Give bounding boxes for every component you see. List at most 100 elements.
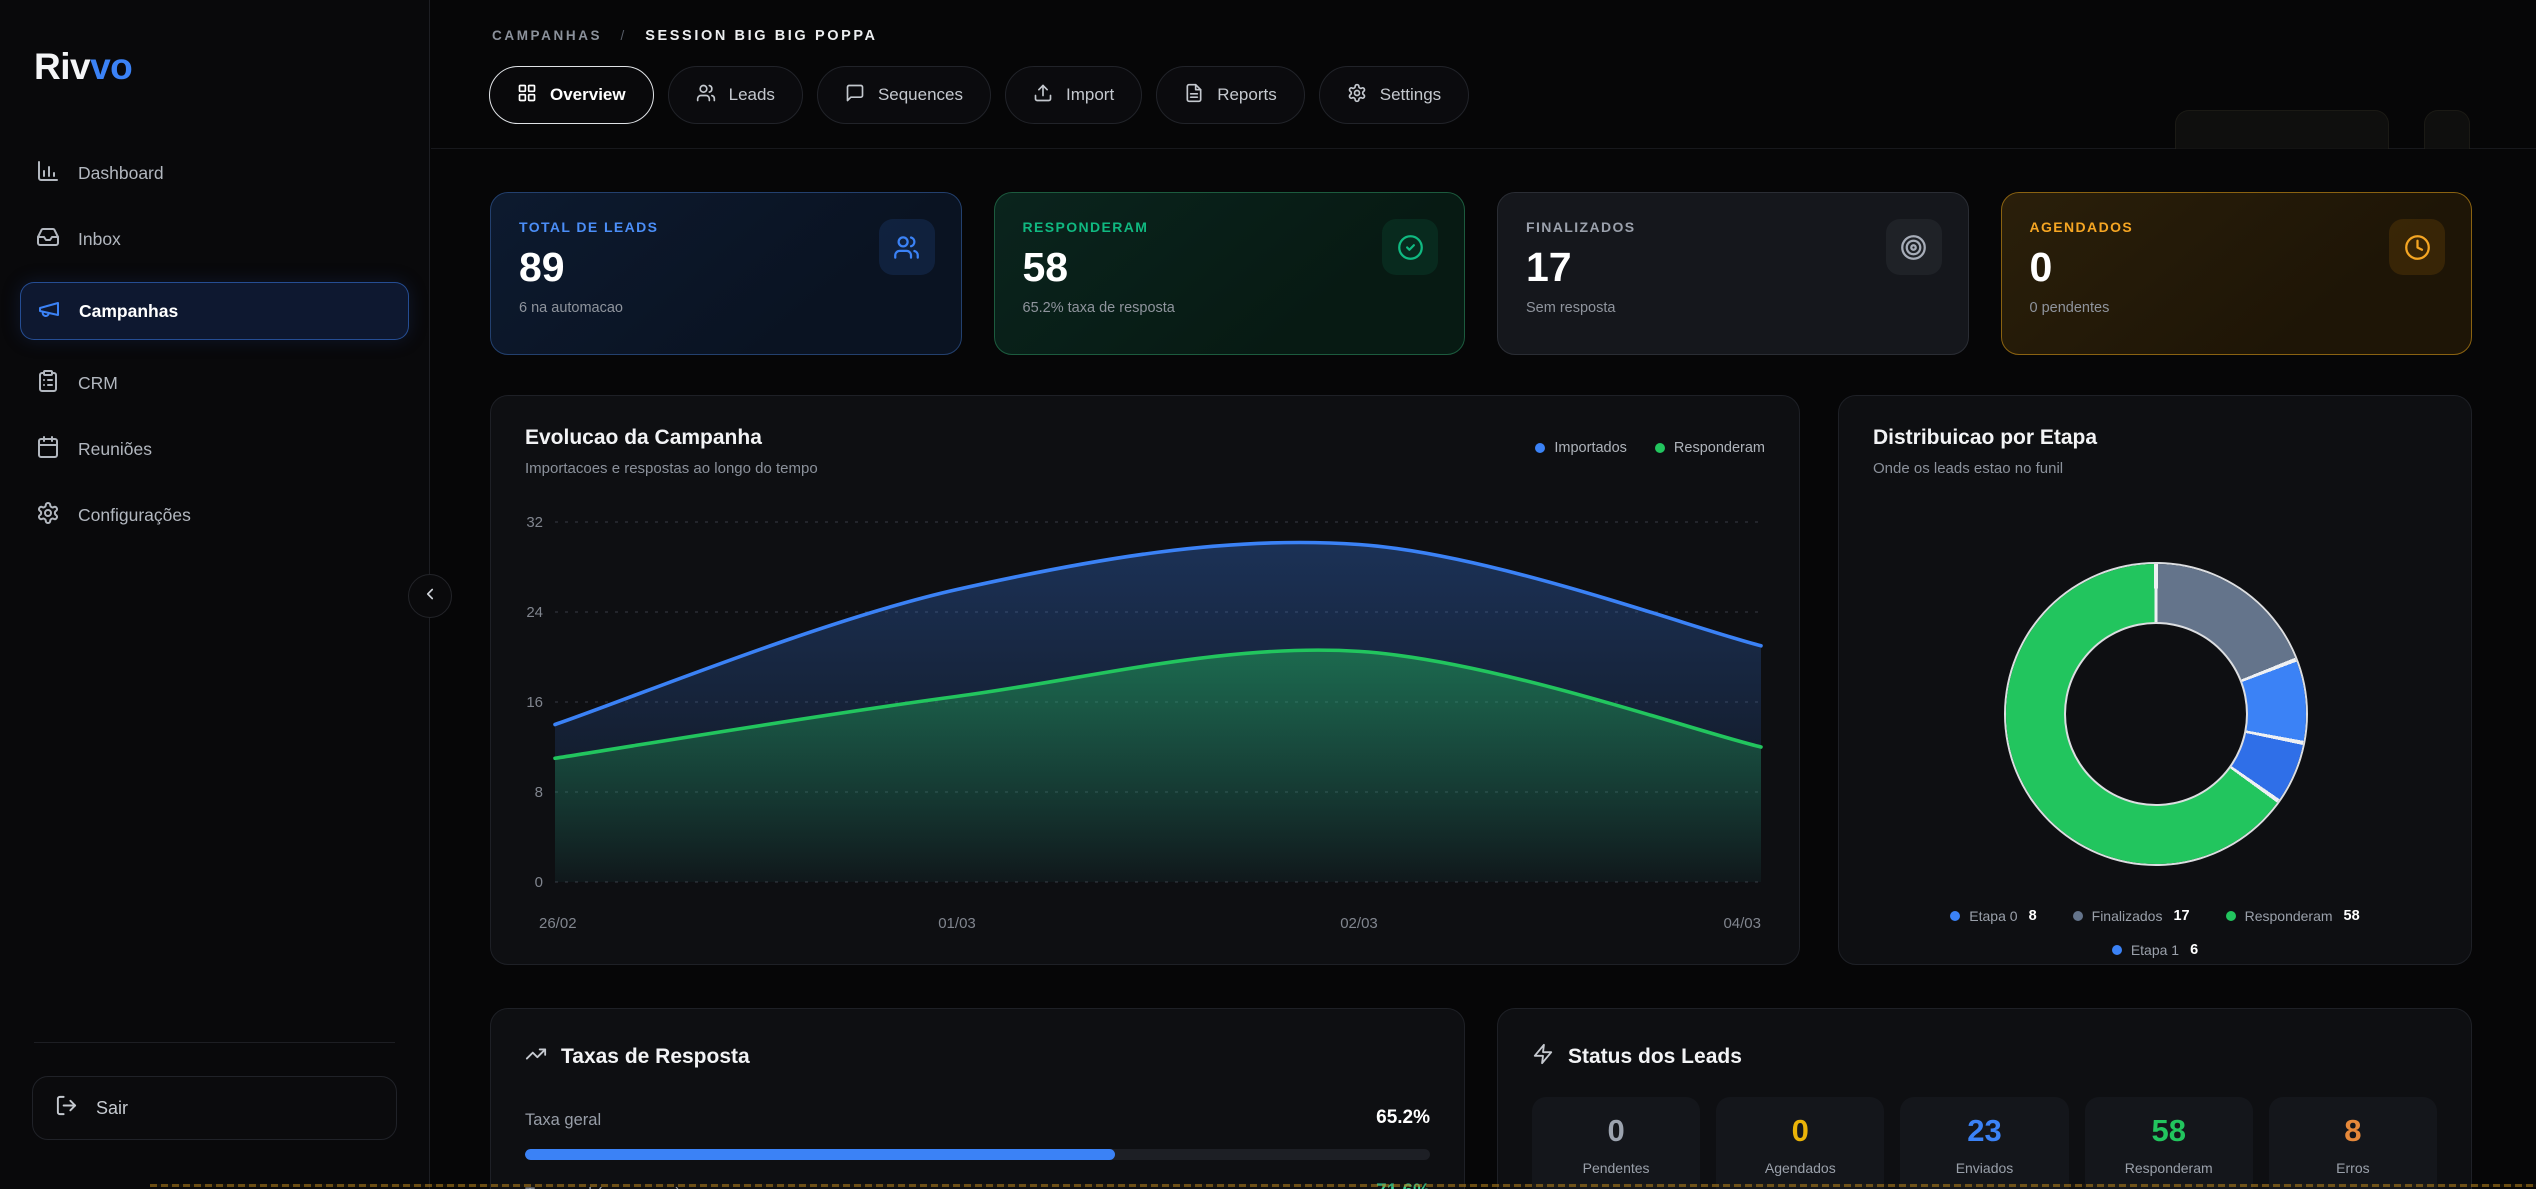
sidebar-item-dashboard[interactable]: Dashboard bbox=[20, 150, 409, 196]
sidebar-item-inbox[interactable]: Inbox bbox=[20, 216, 409, 262]
sidebar-item-campanhas[interactable]: Campanhas bbox=[20, 282, 409, 340]
svg-text:8: 8 bbox=[535, 784, 543, 801]
brand-logo-accent: vo bbox=[90, 46, 132, 87]
logout-button[interactable]: Sair bbox=[32, 1076, 397, 1140]
gear-icon bbox=[1347, 83, 1367, 108]
stat-subtext: 6 na automacao bbox=[519, 300, 933, 316]
file-icon bbox=[1184, 83, 1204, 108]
tab-leads[interactable]: Leads bbox=[668, 66, 803, 124]
grid-icon bbox=[517, 83, 537, 108]
trending-up-icon bbox=[525, 1043, 547, 1071]
rate-label: Taxa geral bbox=[525, 1111, 601, 1130]
gear-icon bbox=[36, 501, 60, 530]
tab-reports[interactable]: Reports bbox=[1156, 66, 1305, 124]
evolution-chart-card: Evolucao da Campanha Importacoes e respo… bbox=[490, 395, 1800, 965]
legend-value: 8 bbox=[2029, 908, 2037, 924]
svg-text:02/03: 02/03 bbox=[1340, 915, 1378, 932]
sidebar-divider bbox=[34, 1042, 395, 1043]
clipboard-list-icon bbox=[36, 369, 60, 398]
target-icon bbox=[1886, 219, 1942, 275]
legend-dot bbox=[2226, 911, 2236, 921]
legend-label: Finalizados bbox=[2092, 908, 2163, 924]
status-label: Pendentes bbox=[1532, 1160, 1700, 1176]
status-tile-enviados: 23 Enviados bbox=[1900, 1097, 2068, 1189]
sidebar-item-label: CRM bbox=[78, 373, 118, 394]
stat-value: 89 bbox=[519, 244, 933, 291]
breadcrumb-current: SESSION BIG BIG POPPA bbox=[645, 28, 877, 44]
tab-label: Settings bbox=[1380, 85, 1441, 105]
tab-import[interactable]: Import bbox=[1005, 66, 1142, 124]
message-icon bbox=[845, 83, 865, 108]
stat-card-agendados: AGENDADOS 0 0 pendentes bbox=[2001, 192, 2473, 355]
sidebar: Rivvo Dashboard Inbox Campanhas CRM Reun… bbox=[0, 0, 430, 1189]
brand-logo: Rivvo bbox=[34, 46, 132, 88]
breadcrumb: CAMPANHAS / SESSION BIG BIG POPPA bbox=[492, 28, 878, 44]
status-value: 0 bbox=[1716, 1113, 1884, 1149]
legend-item-responderam: Responderam bbox=[1655, 440, 1765, 456]
stat-subtext: 65.2% taxa de resposta bbox=[1023, 300, 1437, 316]
sidebar-collapse-button[interactable] bbox=[408, 574, 452, 618]
calendar-icon bbox=[36, 435, 60, 464]
svg-text:26/02: 26/02 bbox=[539, 915, 577, 932]
legend-label: Etapa 1 bbox=[2131, 942, 2179, 958]
tab-settings[interactable]: Settings bbox=[1319, 66, 1469, 124]
status-tile-pendentes: 0 Pendentes bbox=[1532, 1097, 1700, 1189]
status-label: Erros bbox=[2269, 1160, 2437, 1176]
sidebar-item-reunioes[interactable]: Reuniões bbox=[20, 426, 409, 472]
sidebar-item-label: Campanhas bbox=[79, 301, 178, 322]
tab-overview[interactable]: Overview bbox=[489, 66, 654, 124]
legend-item-importados: Importados bbox=[1535, 440, 1627, 456]
sidebar-item-crm[interactable]: CRM bbox=[20, 360, 409, 406]
legend-value: 58 bbox=[2344, 908, 2360, 924]
legend-item-responderam: Responderam 58 bbox=[2226, 908, 2360, 924]
sidebar-item-label: Configurações bbox=[78, 505, 191, 526]
breadcrumb-parent[interactable]: CAMPANHAS bbox=[492, 28, 602, 43]
stat-cards-row: TOTAL DE LEADS 89 6 na automacao RESPOND… bbox=[490, 192, 2472, 355]
tab-label: Reports bbox=[1217, 85, 1277, 105]
sidebar-item-label: Inbox bbox=[78, 229, 121, 250]
card-title: Status dos Leads bbox=[1568, 1045, 1742, 1069]
chart-legend: Importados Responderam bbox=[1535, 440, 1765, 456]
tab-label: Overview bbox=[550, 85, 626, 105]
chart-title: Evolucao da Campanha bbox=[525, 426, 762, 450]
tab-label: Import bbox=[1066, 85, 1114, 105]
legend-dot bbox=[1655, 443, 1665, 453]
card-title-row: Status dos Leads bbox=[1532, 1043, 1742, 1071]
status-value: 23 bbox=[1900, 1113, 2068, 1149]
brand-logo-primary: Riv bbox=[34, 46, 90, 87]
svg-text:0: 0 bbox=[535, 874, 543, 891]
svg-text:16: 16 bbox=[526, 694, 543, 711]
legend-dot bbox=[2112, 945, 2122, 955]
chart-title: Distribuicao por Etapa bbox=[1873, 426, 2097, 450]
status-tile-responderam: 58 Responderam bbox=[2085, 1097, 2253, 1189]
distribution-card: Distribuicao por Etapa Onde os leads est… bbox=[1838, 395, 2472, 965]
donut-legend-row: Etapa 0 8 Finalizados 17 Responderam 58 bbox=[1839, 908, 2471, 924]
tab-sequences[interactable]: Sequences bbox=[817, 66, 991, 124]
legend-label: Responderam bbox=[2245, 908, 2333, 924]
legend-dot bbox=[2073, 911, 2083, 921]
stat-label: AGENDADOS bbox=[2030, 219, 2444, 235]
card-title: Taxas de Resposta bbox=[561, 1045, 750, 1069]
chart-subtitle: Onde os leads estao no funil bbox=[1873, 460, 2063, 477]
chevron-left-icon bbox=[421, 585, 439, 608]
sidebar-item-configuracoes[interactable]: Configurações bbox=[20, 492, 409, 538]
card-title-row: Taxas de Resposta bbox=[525, 1043, 750, 1071]
status-tile-erros: 8 Erros bbox=[2269, 1097, 2437, 1189]
status-label: Responderam bbox=[2085, 1160, 2253, 1176]
campaign-tabs: Overview Leads Sequences Import Reports … bbox=[489, 66, 1469, 124]
response-rates-card: Taxas de Resposta Taxa geral 65.2% Taxa … bbox=[490, 1008, 1465, 1189]
chart-subtitle: Importacoes e respostas ao longo do temp… bbox=[525, 460, 818, 477]
progress-fill bbox=[525, 1149, 1115, 1160]
users-icon bbox=[696, 83, 716, 108]
bar-chart-icon bbox=[36, 159, 60, 188]
sidebar-item-label: Dashboard bbox=[78, 163, 164, 184]
clipped-toolbar-button bbox=[2175, 110, 2389, 149]
progress-track bbox=[525, 1149, 1430, 1160]
legend-value: 17 bbox=[2173, 908, 2189, 924]
svg-text:01/03: 01/03 bbox=[938, 915, 976, 932]
status-tiles: 0 Pendentes 0 Agendados 23 Enviados 58 R… bbox=[1532, 1097, 2437, 1189]
stat-card-total-leads: TOTAL DE LEADS 89 6 na automacao bbox=[490, 192, 962, 355]
clipped-toolbar-icon-button bbox=[2424, 110, 2470, 149]
clipped-bottom-element bbox=[150, 1184, 2536, 1187]
legend-dot bbox=[1535, 443, 1545, 453]
